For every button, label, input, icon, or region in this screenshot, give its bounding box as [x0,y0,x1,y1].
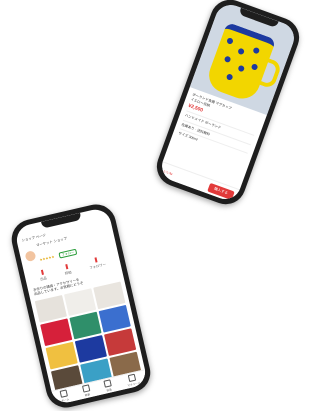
tab-label: マイページ [127,381,141,388]
tab-label: ホーム [61,398,70,403]
tab-sell[interactable]: 出品 [103,379,113,392]
tab-home[interactable]: ホーム [59,389,70,403]
stat-bar [65,263,69,269]
shop-phone: ショップ ページ マーケット ショップ ★★★★★ フォロー 出品 評価 フォロ… [7,200,155,411]
mug-dot [237,64,246,73]
tab-mypage[interactable]: マイページ [125,373,140,388]
rating-stars: ★★★★★ [39,254,55,262]
mug-dot [237,47,245,56]
buy-button[interactable]: 購入する [207,182,235,200]
follow-button[interactable]: フォロー [58,248,78,259]
mug-dot [250,63,259,71]
stat-label: 評価 [64,269,72,276]
user-icon [128,373,137,383]
product-phone: ポーランド食器 マグカップ イエロー花柄 ¥2,500 ハンドメイド ポーランド… [151,0,305,210]
mug-dot [223,55,232,64]
product-screen: ポーランド食器 マグカップ イエロー花柄 ¥2,500 ハンドメイド ポーランド… [157,0,299,204]
stat-item: フォロワー [87,255,106,270]
mug-image [204,21,277,104]
mug-dot [252,46,261,55]
tab-label: 出品 [106,388,113,393]
avatar[interactable] [24,250,37,263]
stat-label: 出品 [39,275,48,282]
shop-screen: ショップ ページ マーケット ショップ ★★★★★ フォロー 出品 評価 フォロ… [13,206,149,406]
camera-icon [103,379,112,388]
product-footer: いいね 購入する [157,161,240,204]
mug-dot [225,73,234,81]
tab-search[interactable]: 検索 [81,384,92,398]
stat-bar [40,269,44,275]
tab-label: 検索 [84,393,91,398]
mug-dot [226,37,234,45]
stat-item: 出品 [38,269,47,281]
like-link[interactable]: いいね [163,168,174,176]
stat-item: 評価 [63,263,72,275]
stat-bar [94,256,98,263]
search-icon [81,384,91,393]
home-icon [59,389,68,398]
